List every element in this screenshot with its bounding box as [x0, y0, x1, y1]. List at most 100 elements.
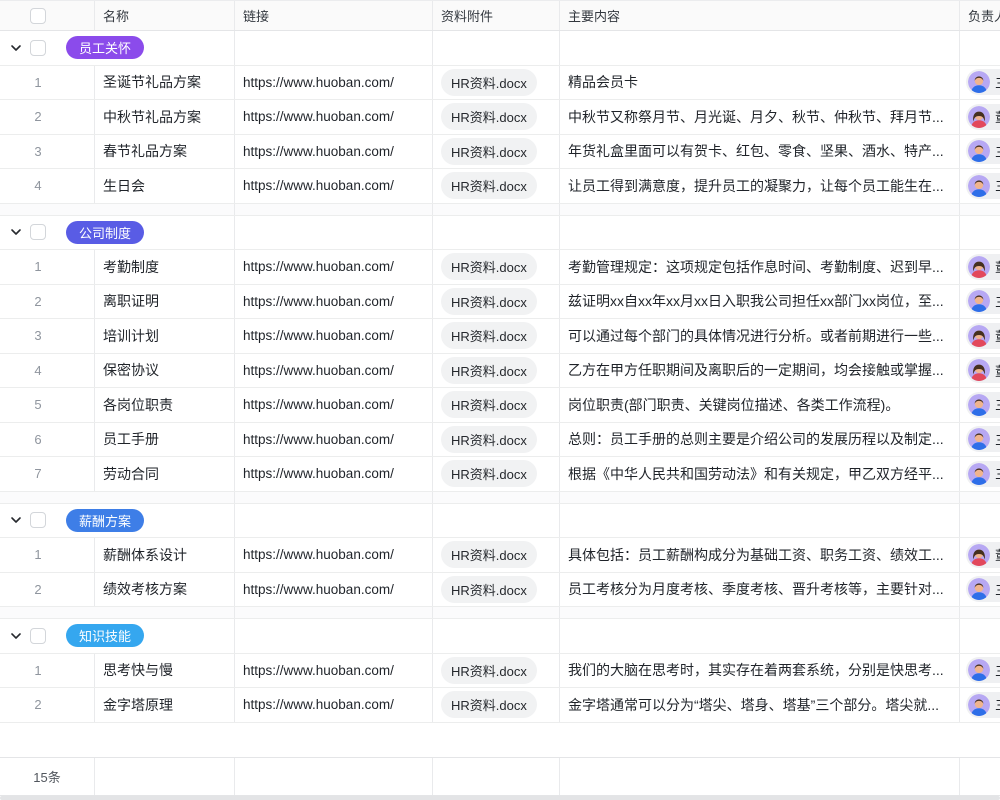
table-row[interactable]: 2离职证明https://www.huoban.com/HR资料.docx兹证明…: [0, 285, 1000, 320]
row-number-cell[interactable]: 5: [0, 388, 95, 422]
name-cell[interactable]: 中秋节礼品方案: [95, 100, 235, 134]
link-cell[interactable]: https://www.huoban.com/: [235, 169, 433, 203]
attachment-cell[interactable]: HR资料.docx: [433, 169, 560, 203]
owner-chip[interactable]: 三: [966, 69, 1000, 95]
attachment-pill[interactable]: HR资料.docx: [441, 541, 537, 568]
link-cell[interactable]: https://www.huoban.com/: [235, 457, 433, 491]
attachment-pill[interactable]: HR资料.docx: [441, 357, 537, 384]
row-number-cell[interactable]: 6: [0, 423, 95, 457]
attachment-pill[interactable]: HR资料.docx: [441, 103, 537, 130]
attachment-pill[interactable]: HR资料.docx: [441, 576, 537, 603]
name-cell[interactable]: 保密协议: [95, 354, 235, 388]
attachment-pill[interactable]: HR资料.docx: [441, 288, 537, 315]
column-header-attachment[interactable]: 资料附件: [433, 1, 560, 30]
attachment-pill[interactable]: HR资料.docx: [441, 391, 537, 418]
table-row[interactable]: 7劳动合同https://www.huoban.com/HR资料.docx 根据《…: [0, 457, 1000, 492]
link-cell[interactable]: https://www.huoban.com/: [235, 250, 433, 284]
content-cell[interactable]: 乙方在甲方任职期间及离职后的一定期间，均会接触或掌握...: [560, 354, 960, 388]
table-row[interactable]: 2绩效考核方案https://www.huoban.com/HR资料.docx员…: [0, 573, 1000, 608]
attachment-cell[interactable]: HR资料.docx: [433, 250, 560, 284]
attachment-pill[interactable]: HR资料.docx: [441, 322, 537, 349]
link-cell[interactable]: https://www.huoban.com/: [235, 319, 433, 353]
owner-chip[interactable]: 三: [966, 576, 1000, 602]
owner-chip[interactable]: 董: [966, 542, 1000, 568]
attachment-cell[interactable]: HR资料.docx: [433, 457, 560, 491]
link-cell[interactable]: https://www.huoban.com/: [235, 100, 433, 134]
content-cell[interactable]: 岗位职责(部门职责、关键岗位描述、各类工作流程)。: [560, 388, 960, 422]
attachment-cell[interactable]: HR资料.docx: [433, 135, 560, 169]
name-cell[interactable]: 薪酬体系设计: [95, 538, 235, 572]
row-number-cell[interactable]: 1: [0, 538, 95, 572]
attachment-cell[interactable]: HR资料.docx: [433, 319, 560, 353]
name-cell[interactable]: 圣诞节礼品方案: [95, 66, 235, 100]
link-cell[interactable]: https://www.huoban.com/: [235, 285, 433, 319]
link-cell[interactable]: https://www.huoban.com/: [235, 573, 433, 607]
link-cell[interactable]: https://www.huoban.com/: [235, 354, 433, 388]
name-cell[interactable]: 劳动合同: [95, 457, 235, 491]
table-row[interactable]: 1思考快与慢https://www.huoban.com/HR资料.docx我们…: [0, 654, 1000, 689]
row-number-cell[interactable]: 3: [0, 319, 95, 353]
attachment-pill[interactable]: HR资料.docx: [441, 657, 537, 684]
content-cell[interactable]: 具体包括：员工薪酬构成分为基础工资、职务工资、绩效工...: [560, 538, 960, 572]
content-cell[interactable]: 中秋节又称祭月节、月光诞、月夕、秋节、仲秋节、拜月节...: [560, 100, 960, 134]
column-header-content[interactable]: 主要内容: [560, 1, 960, 30]
group-checkbox[interactable]: [30, 40, 46, 56]
name-cell[interactable]: 考勤制度: [95, 250, 235, 284]
link-cell[interactable]: https://www.huoban.com/: [235, 135, 433, 169]
column-header-link[interactable]: 链接: [235, 1, 433, 30]
owner-chip[interactable]: 董: [966, 104, 1000, 130]
name-cell[interactable]: 各岗位职责: [95, 388, 235, 422]
content-cell[interactable]: 总则：员工手册的总则主要是介绍公司的发展历程以及制定...: [560, 423, 960, 457]
owner-cell[interactable]: 三: [960, 688, 1000, 722]
attachment-cell[interactable]: HR资料.docx: [433, 573, 560, 607]
owner-cell[interactable]: 三: [960, 388, 1000, 422]
owner-cell[interactable]: 董: [960, 354, 1000, 388]
content-cell[interactable]: 我们的大脑在思考时，其实存在着两套系统，分别是快思考...: [560, 654, 960, 688]
attachment-cell[interactable]: HR资料.docx: [433, 423, 560, 457]
table-row[interactable]: 5各岗位职责https://www.huoban.com/HR资料.docx 岗位…: [0, 388, 1000, 423]
link-cell[interactable]: https://www.huoban.com/: [235, 423, 433, 457]
attachment-pill[interactable]: HR资料.docx: [441, 460, 537, 487]
chevron-down-icon[interactable]: [10, 514, 22, 526]
owner-chip[interactable]: 董: [966, 357, 1000, 383]
attachment-pill[interactable]: HR资料.docx: [441, 426, 537, 453]
content-cell[interactable]: 可以通过每个部门的具体情况进行分析。或者前期进行一些...: [560, 319, 960, 353]
owner-chip[interactable]: 三: [966, 173, 1000, 199]
owner-cell[interactable]: 三: [960, 285, 1000, 319]
owner-chip[interactable]: 董: [966, 323, 1000, 349]
link-cell[interactable]: https://www.huoban.com/: [235, 688, 433, 722]
row-number-cell[interactable]: 2: [0, 573, 95, 607]
chevron-down-icon[interactable]: [10, 226, 22, 238]
table-row[interactable]: 6员工手册https://www.huoban.com/HR资料.docx总则：…: [0, 423, 1000, 458]
owner-cell[interactable]: 董: [960, 100, 1000, 134]
chevron-down-icon[interactable]: [10, 42, 22, 54]
group-checkbox[interactable]: [30, 512, 46, 528]
row-number-cell[interactable]: 7: [0, 457, 95, 491]
content-cell[interactable]: 金字塔通常可以分为“塔尖、塔身、塔基”三个部分。塔尖就...: [560, 688, 960, 722]
table-row[interactable]: 1薪酬体系设计https://www.huoban.com/HR资料.docx具…: [0, 538, 1000, 573]
row-number-cell[interactable]: 2: [0, 100, 95, 134]
column-header-name[interactable]: 名称: [95, 1, 235, 30]
table-row[interactable]: 1考勤制度https://www.huoban.com/HR资料.docx考勤管…: [0, 250, 1000, 285]
owner-cell[interactable]: 三: [960, 169, 1000, 203]
attachment-pill[interactable]: HR资料.docx: [441, 172, 537, 199]
content-cell[interactable]: 根据《中华人民共和国劳动法》和有关规定，甲乙双方经平...: [560, 457, 960, 491]
owner-chip[interactable]: 三: [966, 657, 1000, 683]
link-cell[interactable]: https://www.huoban.com/: [235, 66, 433, 100]
owner-cell[interactable]: 董: [960, 250, 1000, 284]
content-cell[interactable]: 精品会员卡: [560, 66, 960, 100]
owner-cell[interactable]: 董: [960, 538, 1000, 572]
owner-cell[interactable]: 三: [960, 573, 1000, 607]
owner-chip[interactable]: 董: [966, 254, 1000, 280]
content-cell[interactable]: 员工考核分为月度考核、季度考核、晋升考核等，主要针对...: [560, 573, 960, 607]
table-row[interactable]: 1圣诞节礼品方案https://www.huoban.com/HR资料.docx…: [0, 66, 1000, 101]
link-cell[interactable]: https://www.huoban.com/: [235, 388, 433, 422]
owner-cell[interactable]: 三: [960, 457, 1000, 491]
owner-chip[interactable]: 三: [966, 461, 1000, 487]
name-cell[interactable]: 春节礼品方案: [95, 135, 235, 169]
row-number-cell[interactable]: 3: [0, 135, 95, 169]
name-cell[interactable]: 思考快与慢: [95, 654, 235, 688]
owner-chip[interactable]: 三: [966, 392, 1000, 418]
row-number-cell[interactable]: 4: [0, 169, 95, 203]
table-row[interactable]: 3春节礼品方案https://www.huoban.com/HR资料.docx年…: [0, 135, 1000, 170]
